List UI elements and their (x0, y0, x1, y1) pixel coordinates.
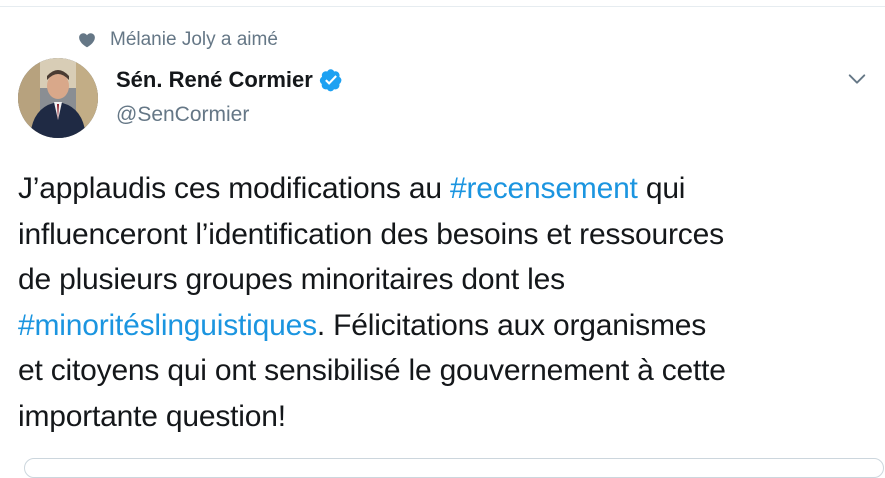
tweet-text: J’applaudis ces modifications au #recens… (18, 166, 878, 439)
social-context: Mélanie Joly a aimé (78, 28, 278, 52)
tweet-line: J’applaudis ces modifications au #recens… (18, 166, 878, 212)
tweet-text-segment: qui (637, 172, 686, 205)
tweet-text-segment: de plusieurs groupes minoritaires dont l… (18, 263, 565, 296)
hashtag-link[interactable]: #recensement (450, 172, 638, 205)
tweet-line: et citoyens qui ont sensibilisé le gouve… (18, 348, 878, 394)
top-divider (0, 6, 885, 7)
author-handle[interactable]: @SenCormier (116, 100, 343, 130)
tweet-line: influenceront l’identification des besoi… (18, 212, 878, 258)
chevron-down-icon[interactable] (846, 68, 868, 90)
tweet-text-segment: influenceront l’identification des besoi… (18, 217, 724, 251)
hashtag-link[interactable]: #minoritéslinguistiques (18, 309, 317, 342)
tweet-text-segment: importante question! (18, 399, 286, 433)
avatar[interactable] (18, 58, 98, 138)
tweet-text-segment: J’applaudis ces modifications au (18, 172, 450, 205)
tweet-text-segment: . Félicitations aux organismes (316, 308, 707, 342)
heart-icon (79, 33, 95, 48)
avatar-photo (18, 58, 98, 138)
author-block[interactable]: Sén. René Cormier @SenCormier (116, 64, 343, 130)
tweet-line: de plusieurs groupes minoritaires dont l… (18, 257, 878, 303)
tweet-text-segment: et citoyens qui ont sensibilisé le gouve… (18, 354, 726, 387)
liked-by-text[interactable]: Mélanie Joly a aimé (110, 28, 278, 52)
author-name[interactable]: Sén. René Cormier (116, 64, 313, 96)
tweet-line: importante question! (18, 394, 878, 440)
verified-badge-icon (319, 69, 342, 92)
tweet-line: #minoritéslinguistiques. Félicitations a… (18, 303, 878, 349)
link-card-preview[interactable] (24, 458, 884, 478)
